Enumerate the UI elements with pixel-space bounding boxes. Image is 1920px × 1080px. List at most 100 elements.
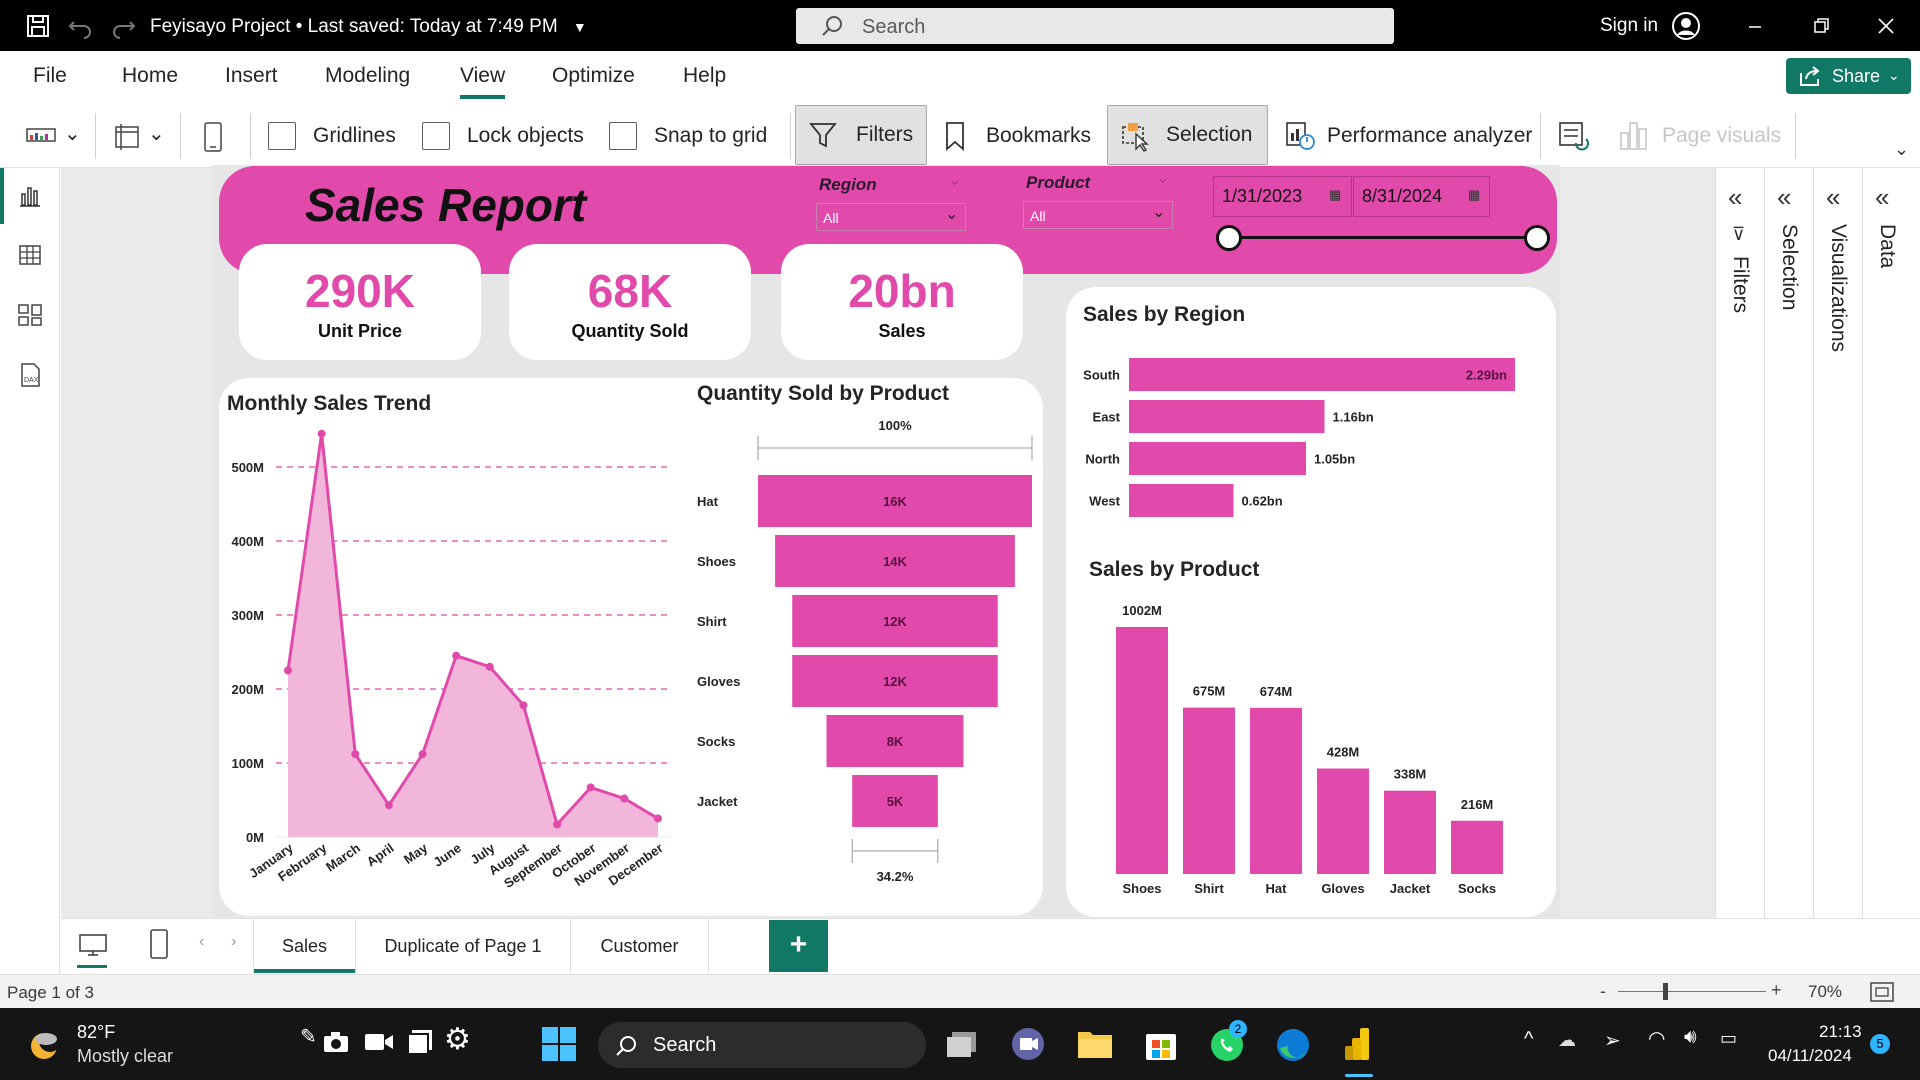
save-icon[interactable] — [24, 12, 52, 40]
share-icon — [1800, 66, 1820, 86]
document-title[interactable]: Feyisayo Project • Last saved: Today at … — [150, 16, 587, 38]
date-end-input[interactable]: 8/31/2024 ▦ — [1353, 176, 1490, 217]
add-page-button[interactable]: + — [769, 920, 828, 972]
expand-chevron-icon[interactable]: « — [1875, 182, 1889, 213]
search-icon — [616, 1036, 636, 1056]
kpi-label: Unit Price — [317, 321, 403, 341]
video-icon[interactable] — [364, 1032, 394, 1052]
volume-icon[interactable]: 🔊︎ — [1684, 1026, 1697, 1049]
model-view-icon[interactable] — [16, 301, 44, 329]
data-pane-collapsed[interactable]: « Data — [1862, 168, 1920, 918]
selection-pane-collapsed[interactable]: « Selection — [1764, 168, 1813, 918]
menu-modeling[interactable]: Modeling — [325, 64, 410, 88]
lock-objects-toggle[interactable]: Lock objects — [422, 115, 587, 155]
performance-analyzer-button[interactable]: Performance analyzer — [1284, 115, 1534, 155]
dax-query-view-icon[interactable]: DAX — [16, 361, 44, 389]
snap-to-grid-checkbox[interactable] — [609, 122, 637, 150]
region-slicer-dropdown[interactable]: All ⌄ — [816, 203, 966, 231]
expand-chevron-icon[interactable]: « — [1826, 182, 1840, 213]
minimize-icon[interactable] — [1741, 12, 1769, 40]
windows-start-icon[interactable] — [541, 1026, 577, 1062]
menu-insert[interactable]: Insert — [225, 64, 278, 88]
onedrive-icon[interactable]: ☁ — [1558, 1030, 1576, 1051]
microsoft-store-icon[interactable] — [1143, 1026, 1179, 1062]
menu-file[interactable]: File — [33, 64, 67, 88]
date-start-input[interactable]: 1/31/2023 ▦ — [1213, 176, 1352, 217]
teams-icon[interactable] — [1010, 1026, 1046, 1062]
ribbon-divider — [1795, 113, 1796, 159]
task-view-icon[interactable] — [944, 1028, 982, 1060]
user-avatar-icon[interactable] — [1671, 11, 1701, 41]
notification-count-badge[interactable]: 5 — [1870, 1034, 1890, 1054]
expand-chevron-icon[interactable]: « — [1777, 182, 1791, 213]
date-range-start-handle[interactable] — [1216, 225, 1242, 251]
filters-pane-collapsed[interactable]: « ⊽ Filters — [1715, 168, 1764, 918]
expand-chevron-icon[interactable]: « — [1728, 182, 1742, 213]
menu-optimize[interactable]: Optimize — [552, 64, 635, 88]
gridlines-toggle[interactable]: Gridlines — [268, 115, 408, 155]
report-view-icon[interactable] — [16, 182, 44, 210]
selection-button[interactable]: Selection — [1107, 105, 1268, 165]
sync-slicers-icon[interactable] — [1556, 119, 1590, 153]
whatsapp-badge: 2 — [1229, 1020, 1247, 1038]
svg-text:DAX: DAX — [24, 377, 39, 384]
wifi-icon[interactable]: ◠ — [1648, 1026, 1665, 1051]
desktop-layout-icon[interactable] — [77, 929, 109, 961]
page-tab-duplicate[interactable]: Duplicate of Page 1 — [356, 919, 571, 973]
gridlines-checkbox[interactable] — [268, 122, 296, 150]
next-page-icon[interactable]: › — [231, 933, 236, 951]
settings-gear-icon[interactable]: ⚙ — [444, 1022, 471, 1057]
page-tab-customer[interactable]: Customer — [571, 919, 709, 973]
clock-time: 21:13 — [1819, 1022, 1862, 1041]
menu-view[interactable]: View — [460, 64, 505, 88]
close-icon[interactable] — [1872, 12, 1900, 40]
redo-icon[interactable] — [110, 12, 138, 40]
fit-to-page-icon[interactable] — [1869, 980, 1895, 1004]
selection-label: Selection — [1166, 123, 1253, 146]
search-placeholder: Search — [862, 16, 926, 38]
chevron-down-icon: ⌄ — [148, 123, 165, 145]
filters-button[interactable]: Filters — [795, 105, 927, 165]
menu-home[interactable]: Home — [122, 64, 178, 88]
filter-icon: ⊽ — [1732, 224, 1746, 244]
restore-icon[interactable] — [1807, 12, 1835, 40]
visualizations-pane-collapsed[interactable]: « Visualizations — [1813, 168, 1862, 918]
zoom-out-icon[interactable]: - — [1600, 981, 1606, 1002]
taskbar-search[interactable]: Search — [598, 1022, 926, 1068]
file-explorer-icon[interactable] — [1076, 1026, 1114, 1060]
share-button[interactable]: Share ⌄ — [1786, 58, 1911, 94]
snip-icon[interactable] — [406, 1028, 434, 1056]
battery-icon[interactable]: ▭ — [1720, 1028, 1737, 1049]
table-view-icon[interactable] — [16, 241, 44, 269]
data-pane-label: Data — [1876, 224, 1899, 269]
collapse-ribbon-icon[interactable]: ⌄ — [1894, 139, 1909, 160]
page-tab-sales[interactable]: Sales — [253, 919, 356, 973]
edge-browser-icon[interactable] — [1274, 1026, 1312, 1064]
view-switcher-rail: DAX — [0, 168, 60, 1008]
prev-page-icon[interactable]: ‹ — [199, 933, 204, 951]
page-view-dropdown[interactable]: ⌄ — [110, 115, 170, 155]
lock-objects-checkbox[interactable] — [422, 122, 450, 150]
menu-help[interactable]: Help — [683, 64, 726, 88]
search-box[interactable]: Search — [796, 8, 1394, 44]
zoom-slider-handle[interactable] — [1663, 983, 1668, 1000]
date-range-end-handle[interactable] — [1524, 225, 1550, 251]
themes-dropdown[interactable]: ⌄ — [24, 115, 84, 155]
bookmarks-button[interactable]: Bookmarks — [940, 115, 1100, 155]
page-visuals-button[interactable]: Page visuals — [1618, 115, 1781, 155]
product-slicer-dropdown[interactable]: All ⌄ — [1023, 201, 1173, 229]
snap-to-grid-toggle[interactable]: Snap to grid — [609, 115, 779, 155]
power-bi-icon[interactable] — [1340, 1024, 1376, 1064]
camera-icon[interactable] — [322, 1030, 350, 1054]
undo-icon[interactable] — [66, 12, 94, 40]
chevron-up-icon[interactable]: ^ — [1524, 1028, 1533, 1051]
weather-moon-icon[interactable] — [26, 1026, 66, 1062]
zoom-slider-track — [1618, 991, 1766, 992]
sign-in-link[interactable]: Sign in — [1600, 15, 1658, 37]
mobile-layout-icon[interactable] — [147, 927, 171, 961]
location-icon[interactable]: ➢ — [1604, 1028, 1621, 1053]
zoom-in-icon[interactable]: + — [1771, 980, 1782, 1001]
phone-link-icon[interactable]: ✎ — [300, 1024, 317, 1049]
mobile-layout-icon[interactable] — [200, 121, 226, 153]
kpi-card-sales: 20bn Sales — [781, 244, 1023, 360]
